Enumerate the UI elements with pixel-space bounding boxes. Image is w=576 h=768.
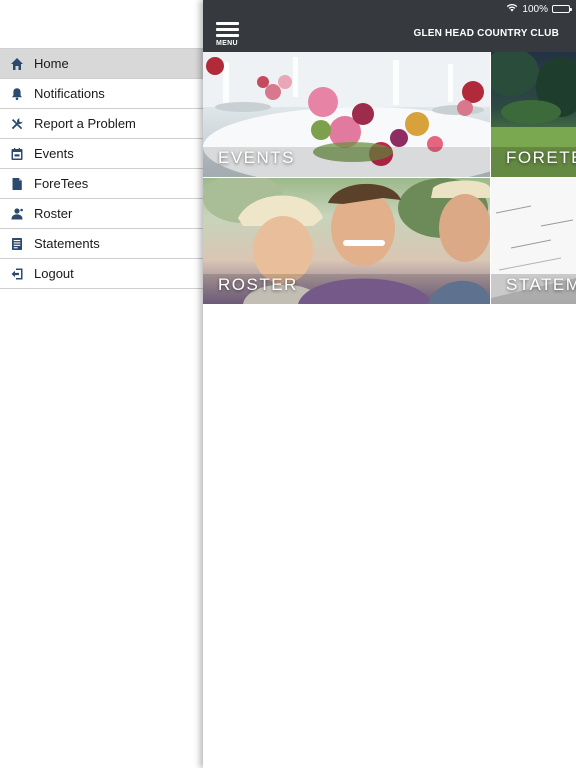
status-bar: 100%: [506, 3, 572, 15]
side-menu-item-report-a-problem[interactable]: Report a Problem: [0, 109, 203, 139]
tools-icon: [0, 109, 34, 139]
main-panel: 100% MENU GLEN HEAD COUNTRY CLUB EVENTS …: [203, 0, 576, 768]
tile-foretees[interactable]: FORETE: [491, 52, 576, 177]
side-menu-label: Home: [34, 56, 69, 71]
tile-foretees-label: FORETE: [506, 148, 576, 167]
side-menu-label: Report a Problem: [34, 116, 136, 131]
side-menu: Home Notifications Report a Problem Even…: [0, 0, 203, 768]
menu-button[interactable]: MENU: [216, 22, 242, 47]
battery-icon: [552, 5, 572, 13]
statement-icon: [0, 229, 34, 259]
tile-statements-label: STATEM: [506, 275, 576, 294]
tile-events[interactable]: EVENTS: [203, 52, 490, 177]
bell-icon: [0, 79, 34, 109]
side-menu-label: Notifications: [34, 86, 105, 101]
battery-percentage: 100%: [522, 3, 548, 15]
side-menu-item-logout[interactable]: Logout: [0, 259, 203, 289]
side-menu-list: Home Notifications Report a Problem Even…: [0, 48, 203, 289]
side-menu-item-foretees[interactable]: ForeTees: [0, 169, 203, 199]
side-menu-item-home[interactable]: Home: [0, 49, 203, 79]
side-menu-label: Logout: [34, 266, 74, 281]
side-menu-label: Statements: [34, 236, 100, 251]
app-root: Home Notifications Report a Problem Even…: [0, 0, 576, 768]
tile-statements[interactable]: STATEM: [491, 178, 576, 304]
tile-roster[interactable]: ROSTER: [203, 178, 490, 304]
side-menu-label: ForeTees: [34, 176, 89, 191]
side-menu-label: Events: [34, 146, 74, 161]
tile-events-label: EVENTS: [218, 148, 296, 167]
document-icon: [0, 169, 34, 199]
club-name: GLEN HEAD COUNTRY CLUB: [413, 28, 559, 39]
menu-button-label: MENU: [216, 40, 238, 47]
home-tiles: EVENTS FORETE: [203, 52, 576, 304]
side-menu-label: Roster: [34, 206, 73, 221]
hamburger-icon: [216, 22, 242, 37]
header-bar: 100% MENU GLEN HEAD COUNTRY CLUB: [203, 0, 576, 52]
side-menu-item-events[interactable]: Events: [0, 139, 203, 169]
calendar-icon: [0, 139, 34, 169]
side-menu-item-roster[interactable]: Roster: [0, 199, 203, 229]
home-icon: [0, 49, 34, 79]
person-icon: [0, 199, 34, 229]
wifi-icon: [506, 3, 518, 15]
side-menu-item-statements[interactable]: Statements: [0, 229, 203, 259]
tile-roster-label: ROSTER: [218, 275, 298, 294]
side-menu-item-notifications[interactable]: Notifications: [0, 79, 203, 109]
logout-icon: [0, 259, 34, 289]
